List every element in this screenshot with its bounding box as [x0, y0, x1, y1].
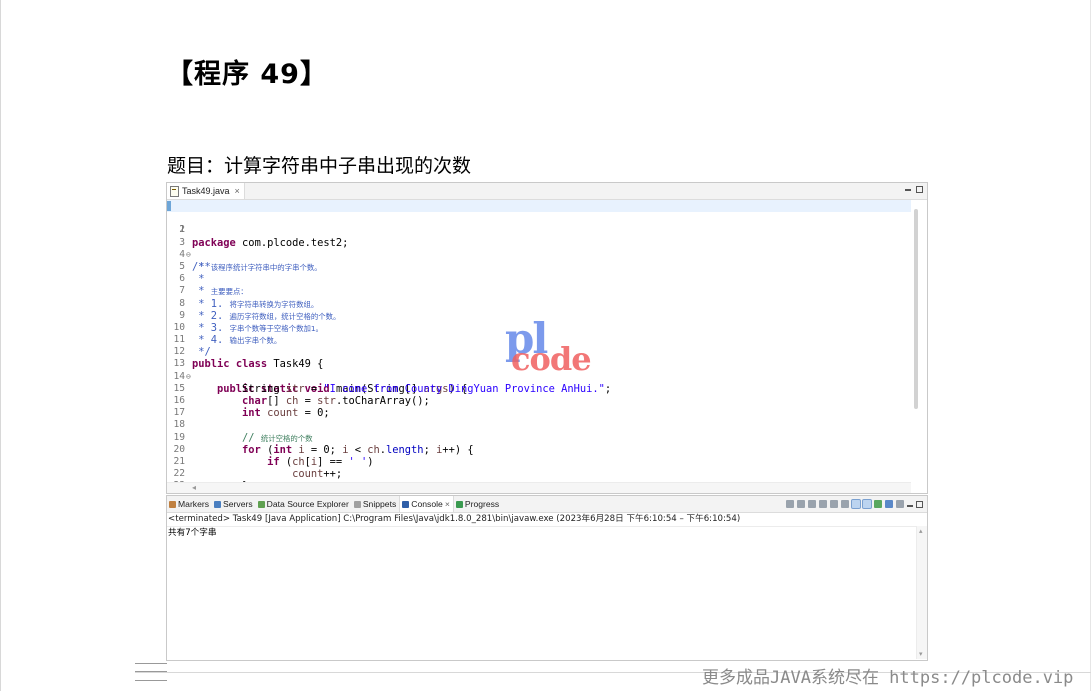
code-line: 1 package com.plcode.test2;	[167, 200, 911, 249]
tab-markers[interactable]: Markers	[167, 496, 212, 512]
close-icon[interactable]: ×	[235, 183, 240, 199]
remove-all-icon[interactable]	[808, 499, 816, 508]
tab-console[interactable]: Console ×	[399, 496, 454, 512]
database-icon	[257, 500, 265, 508]
editor-window-controls	[905, 184, 923, 193]
editor-tab-task49[interactable]: Task49.java ×	[167, 183, 245, 199]
maximize-icon[interactable]	[916, 186, 923, 193]
markers-icon	[169, 500, 176, 508]
console-panel: Markers Servers Data Source Explorer Sni…	[166, 495, 928, 661]
tab-label: Snippets	[362, 499, 397, 509]
show-on-error-icon[interactable]	[862, 498, 872, 509]
console-output[interactable]: 共有7个字串	[167, 527, 927, 540]
scroll-down-icon[interactable]: ▾	[919, 650, 923, 658]
tab-label: Servers	[223, 499, 253, 509]
tab-label: Console	[411, 499, 443, 509]
code-line: 19 for (int i = 0; i < ch.length; i++) {	[167, 419, 911, 456]
open-console-icon[interactable]	[896, 499, 904, 508]
editor-vertical-scrollbar[interactable]	[914, 209, 918, 409]
code-line: 7 * 1. 将字符串转换为字符数组。	[167, 273, 911, 309]
terminate-icon[interactable]	[786, 499, 794, 508]
minimize-icon[interactable]	[905, 189, 911, 191]
code-line: 21 count++;	[167, 444, 911, 480]
word-wrap-icon[interactable]	[841, 499, 849, 508]
code-line: 2	[167, 212, 911, 235]
tab-data-source-explorer[interactable]: Data Source Explorer	[256, 496, 352, 512]
code-line: 9 * 3. 字串个数等于空格个数加1。	[167, 298, 911, 334]
editor-tab-label: Task49.java	[182, 186, 230, 196]
code-line: 17	[167, 395, 911, 418]
editor-tab-bar: Task49.java ×	[167, 183, 927, 200]
code-line: 4 * 该程序统计字符串中的字串个数。	[167, 237, 911, 273]
show-on-output-icon[interactable]	[851, 498, 861, 509]
editor-horizontal-scrollbar[interactable]: ◂	[167, 482, 911, 493]
code-line: 23	[167, 468, 911, 482]
display-console-icon[interactable]	[885, 499, 893, 508]
tab-label: Markers	[178, 499, 210, 509]
code-line: 3 ⊖ /**	[167, 224, 911, 273]
console-toolbar	[786, 498, 923, 509]
clear-console-icon[interactable]	[819, 499, 827, 508]
code-line: 5 *	[167, 249, 911, 285]
scroll-up-icon[interactable]: ▴	[919, 527, 923, 535]
minimize-icon[interactable]	[907, 505, 913, 507]
document-title: 【程序 49】	[166, 59, 328, 90]
scroll-left-icon[interactable]: ◂	[192, 483, 196, 493]
java-file-icon	[170, 185, 179, 197]
scroll-lock-icon[interactable]	[830, 499, 838, 508]
page-border-left	[0, 0, 1, 691]
logo-text-code: code	[511, 340, 592, 378]
tab-servers[interactable]: Servers	[212, 496, 256, 512]
tab-progress[interactable]: Progress	[454, 496, 502, 512]
code-line: 20 if (ch[i] == ' ')	[167, 432, 911, 468]
code-line: 18 // 统计空格的个数	[167, 407, 911, 443]
code-line: 6 * 主要要点：	[167, 261, 911, 297]
snippets-icon	[353, 500, 361, 508]
code-line: 16 int count = 0;	[167, 383, 911, 419]
document-subtitle: 题目：计算字符串中子串出现的次数	[167, 155, 472, 177]
remove-launch-icon[interactable]	[797, 499, 805, 508]
tab-label: Progress	[464, 499, 500, 509]
console-status-line: <terminated> Task49 [Java Application] C…	[167, 513, 927, 527]
maximize-icon[interactable]	[916, 501, 923, 508]
pin-console-icon[interactable]	[874, 499, 882, 508]
plcode-logo: pl code	[505, 314, 605, 380]
current-line-marker	[167, 201, 171, 211]
code-line: 22 }	[167, 456, 911, 482]
footer-watermark: 更多成品JAVA系统尽在 https://plcode.vip	[702, 668, 1074, 688]
console-tab-bar: Markers Servers Data Source Explorer Sni…	[167, 496, 927, 513]
progress-icon	[455, 500, 463, 508]
servers-icon	[214, 500, 222, 508]
code-line: 8 * 2. 遍历字符数组，统计空格的个数。	[167, 285, 911, 322]
console-icon	[402, 500, 410, 508]
console-vertical-scrollbar[interactable]: ▴ ▾	[916, 526, 927, 659]
tab-snippets[interactable]: Snippets	[352, 496, 399, 512]
tab-label: Data Source Explorer	[266, 499, 349, 509]
close-icon[interactable]: ×	[445, 499, 450, 509]
footer-mark	[135, 663, 167, 681]
